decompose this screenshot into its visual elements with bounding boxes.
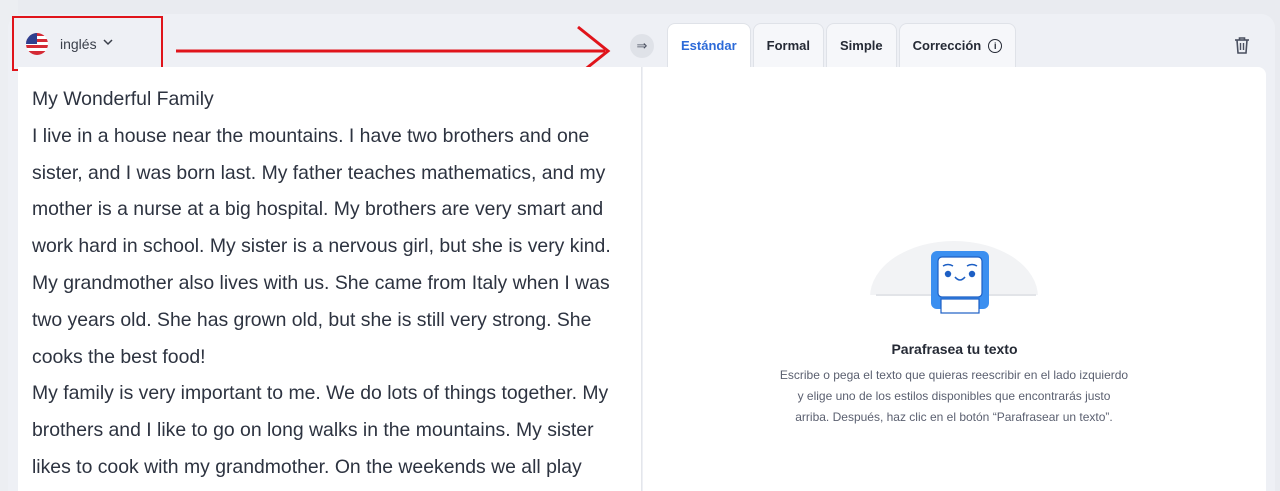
mascot-illustration [868,241,1043,332]
input-panel[interactable]: My Wonderful Family I live in a house ne… [18,67,642,491]
empty-state-description: Escribe o pega el texto que quieras rees… [779,368,1129,424]
chevron-down-icon [103,38,113,49]
toolbar: inglés ⇒ Estándar Formal Simple Correcci… [8,14,1275,77]
output-panel: Parafrasea tu texto Escribe o pega el te… [643,67,1266,491]
input-textarea[interactable]: My Wonderful Family I live in a house ne… [18,67,628,486]
tab-formal[interactable]: Formal [752,23,824,67]
empty-state-title: Parafrasea tu texto [891,341,1018,357]
tab-label: Formal [766,38,810,53]
language-selector[interactable]: inglés [12,16,163,71]
style-tabs: Estándar Formal Simple Corrección i [667,23,1018,67]
trash-icon[interactable] [1234,36,1250,59]
tab-correccion[interactable]: Corrección i [898,23,1017,67]
language-label: inglés [60,35,97,52]
tab-label: Simple [839,38,883,53]
info-icon[interactable]: i [988,38,1003,53]
tab-label: Corrección [912,38,982,53]
tab-label: Estándar [681,38,737,53]
swap-arrow-icon[interactable]: ⇒ [630,34,654,58]
us-flag-icon [26,32,48,55]
tab-simple[interactable]: Simple [825,23,897,67]
tab-estandar[interactable]: Estándar [667,23,751,67]
paraphraser-app: inglés ⇒ Estándar Formal Simple Correcci… [8,14,1275,491]
